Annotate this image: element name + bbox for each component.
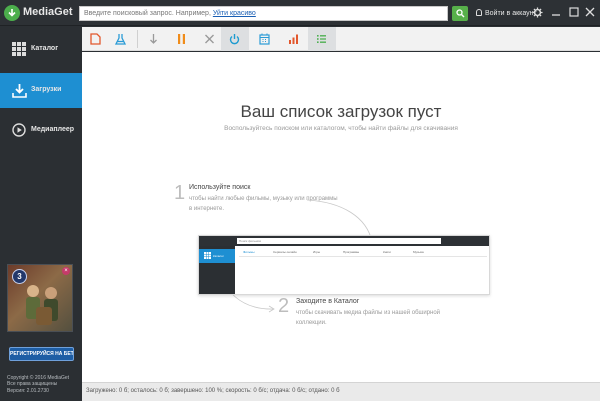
window-controls	[544, 0, 600, 26]
register-beta-button[interactable]: РЕГИСТРИРУЙСЯ НА БЕТУ	[9, 347, 74, 361]
mediaget-logo-icon	[4, 5, 20, 21]
search-placeholder: Введите поисковый запрос. Например,	[84, 10, 213, 17]
step-number: 2	[278, 295, 290, 317]
preview-tab: Книги	[383, 250, 391, 254]
preview-tab: Программы	[343, 250, 360, 254]
play-icon	[12, 123, 26, 137]
title-bar: MediaGet Введите поисковый запрос. Напри…	[0, 0, 600, 26]
preview-tabs: Фильмы Сериалы онлайн Игры Программы Кни…	[239, 249, 487, 257]
delete-button[interactable]	[196, 27, 224, 51]
sidebar-item-downloads[interactable]: Загрузки	[0, 73, 82, 108]
close-icon	[205, 34, 214, 44]
sidebar-item-label: Загрузки	[31, 86, 62, 93]
downloads-panel: Ваш список загрузок пуст Воспользуйтесь …	[82, 52, 600, 382]
scheduler-button[interactable]	[251, 27, 279, 51]
grid-icon	[12, 42, 26, 56]
search-input[interactable]: Введите поисковый запрос. Например, Уйти…	[79, 6, 448, 21]
minimize-icon[interactable]	[550, 6, 562, 18]
search-icon	[456, 9, 465, 18]
search-button[interactable]	[452, 6, 468, 21]
status-text: Загружено: 0 б; осталось: 0 б; завершено…	[86, 388, 340, 394]
sidebar-item-label: Медиаплеер	[31, 126, 75, 133]
promo-banner[interactable]: 3 ×	[7, 264, 73, 332]
toolbar	[82, 27, 600, 51]
promo-level-badge: 3	[12, 269, 27, 284]
pause-button[interactable]	[168, 27, 196, 51]
app-title: MediaGet	[23, 6, 73, 18]
document-icon	[90, 33, 101, 45]
close-window-icon[interactable]	[584, 6, 596, 18]
app-preview-illustration: Поиск фильмов Каталог Фильмы Сериалы онл…	[198, 235, 490, 295]
promo-close-icon[interactable]: ×	[62, 267, 70, 275]
check-button[interactable]	[107, 27, 135, 51]
status-bar: Загружено: 0 б; осталось: 0 б; завершено…	[82, 382, 600, 401]
step-title: Заходите в Каталог	[296, 298, 360, 305]
preview-search-field: Поиск фильмов	[237, 238, 441, 244]
sidebar: Каталог Загрузки Медиаплеер 3 × РЕГИСТРИ…	[0, 27, 82, 401]
maximize-icon[interactable]	[568, 6, 580, 18]
bar-chart-icon	[289, 34, 298, 44]
pause-icon	[178, 34, 185, 44]
sidebar-item-catalog[interactable]: Каталог	[0, 32, 82, 67]
user-icon	[476, 9, 482, 16]
preview-sidebar-active: Каталог	[199, 249, 235, 263]
list-icon	[317, 35, 326, 43]
power-icon	[229, 34, 240, 45]
shutdown-button[interactable]	[221, 27, 249, 51]
promo-artwork	[26, 285, 58, 325]
new-torrent-button[interactable]	[82, 27, 110, 51]
speed-button[interactable]	[280, 27, 308, 51]
search-example-link[interactable]: Уйти красиво	[213, 10, 256, 17]
download-icon	[12, 84, 27, 98]
preview-tab: Фильмы	[243, 250, 255, 254]
login-link[interactable]: Войти в аккаунт	[476, 9, 537, 17]
step-description: чтобы скачивать медиа файлы из нашей обш…	[296, 310, 441, 326]
grid-icon	[204, 252, 211, 259]
preview-tab: Сериалы онлайн	[273, 250, 297, 254]
calendar-icon	[259, 33, 270, 45]
sidebar-item-mediaplayer[interactable]: Медиаплеер	[0, 113, 82, 148]
preview-sidebar: Каталог	[199, 246, 235, 294]
arrow-down-icon	[150, 34, 157, 44]
resume-button[interactable]	[140, 27, 168, 51]
preview-sidebar-label: Каталог	[213, 254, 224, 258]
guide-arrows	[215, 199, 375, 313]
version-line: Версия: 2.01.2730	[7, 387, 49, 394]
copyright-info: Copyright © 2016 MediaGet Все права защи…	[7, 375, 69, 394]
gear-icon[interactable]	[532, 7, 543, 18]
list-view-button[interactable]	[308, 27, 336, 51]
toolbar-separator	[137, 30, 138, 48]
preview-tab: Музыка	[413, 250, 424, 254]
preview-tab: Игры	[313, 250, 321, 254]
flask-icon	[115, 34, 126, 45]
preview-title-bar: Поиск фильмов	[199, 236, 489, 246]
sidebar-item-label: Каталог	[31, 45, 59, 52]
login-label: Войти в аккаунт	[485, 10, 537, 17]
